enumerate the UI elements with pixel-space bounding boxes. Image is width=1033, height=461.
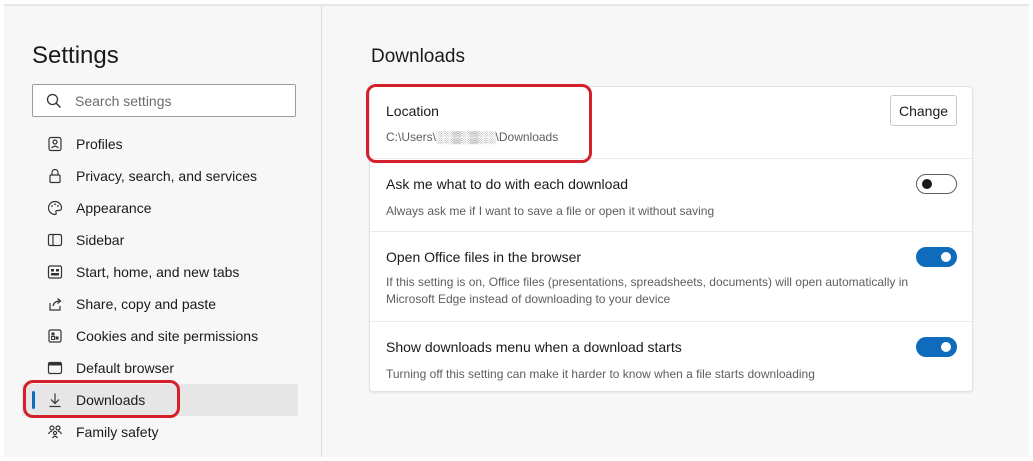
sidebar-item-profiles[interactable]: Profiles (22, 128, 298, 160)
cookies-icon (46, 327, 64, 345)
office-files-toggle[interactable] (916, 247, 957, 267)
settings-sidebar: Settings Profiles Privacy, search, and s… (4, 6, 322, 457)
download-icon (46, 391, 64, 409)
sidebar-item-start-home[interactable]: Start, home, and new tabs (22, 256, 298, 288)
search-input[interactable] (75, 85, 285, 116)
settings-window: Settings Profiles Privacy, search, and s… (4, 4, 1029, 457)
sidebar-item-share[interactable]: Share, copy and paste (22, 288, 298, 320)
sidebar-item-label: Privacy, search, and services (76, 168, 258, 184)
profiles-icon (46, 135, 64, 153)
family-icon (46, 423, 64, 441)
sidebar-item-downloads[interactable]: Downloads (22, 384, 298, 416)
page-title: Downloads (371, 46, 465, 67)
office-files-desc: If this setting is on, Office files (pre… (386, 275, 909, 306)
home-icon (46, 263, 64, 281)
downloads-menu-row: Show downloads menu when a download star… (370, 322, 972, 393)
sidebar-item-privacy[interactable]: Privacy, search, and services (22, 160, 298, 192)
sidebar-item-label: Start, home, and new tabs (76, 264, 240, 280)
office-files-title: Open Office files in the browser (386, 249, 582, 265)
lock-icon (46, 167, 64, 185)
downloads-page: Downloads Location C:\Users\░░▒░▒░░\Down… (323, 6, 1029, 457)
sidebar-item-appearance[interactable]: Appearance (22, 192, 298, 224)
appearance-icon (46, 199, 64, 217)
location-title: Location (386, 103, 439, 119)
downloads-menu-toggle[interactable] (916, 337, 957, 357)
search-box[interactable] (32, 84, 296, 117)
sidebar-icon (46, 231, 64, 249)
settings-title: Settings (32, 42, 119, 69)
sidebar-item-cookies[interactable]: Cookies and site permissions (22, 320, 298, 352)
location-row: Location C:\Users\░░▒░▒░░\Downloads Chan… (370, 87, 972, 159)
ask-download-row: Ask me what to do with each download Alw… (370, 159, 972, 232)
search-icon (46, 93, 61, 108)
sidebar-item-sidebar[interactable]: Sidebar (22, 224, 298, 256)
sidebar-item-label: Family safety (76, 424, 159, 440)
sidebar-item-label: Share, copy and paste (76, 296, 217, 312)
sidebar-item-label: Appearance (76, 200, 152, 216)
toggle-knob (941, 342, 951, 352)
toggle-knob (922, 179, 932, 189)
sidebar-item-label: Default browser (76, 360, 175, 376)
sidebar-item-family-safety[interactable]: Family safety (22, 416, 298, 448)
browser-icon (46, 359, 64, 377)
sidebar-item-default-browser[interactable]: Default browser (22, 352, 298, 384)
sidebar-item-label: Cookies and site permissions (76, 328, 259, 344)
ask-download-desc: Always ask me if I want to save a file o… (386, 204, 715, 218)
sidebar-item-label: Profiles (76, 136, 123, 152)
sidebar-item-label: Downloads (76, 392, 146, 408)
ask-download-toggle[interactable] (916, 174, 957, 194)
toggle-knob (941, 252, 951, 262)
location-path: C:\Users\░░▒░▒░░\Downloads (386, 130, 559, 144)
change-location-button[interactable]: Change (890, 95, 957, 126)
downloads-settings-card: Location C:\Users\░░▒░▒░░\Downloads Chan… (369, 86, 973, 392)
settings-nav: Profiles Privacy, search, and services A… (22, 128, 298, 448)
downloads-menu-desc: Turning off this setting can make it har… (386, 367, 815, 381)
sidebar-item-label: Sidebar (76, 232, 125, 248)
ask-download-title: Ask me what to do with each download (386, 176, 629, 192)
downloads-menu-title: Show downloads menu when a download star… (386, 339, 682, 355)
office-files-row: Open Office files in the browser If this… (370, 232, 972, 322)
share-icon (46, 295, 64, 313)
